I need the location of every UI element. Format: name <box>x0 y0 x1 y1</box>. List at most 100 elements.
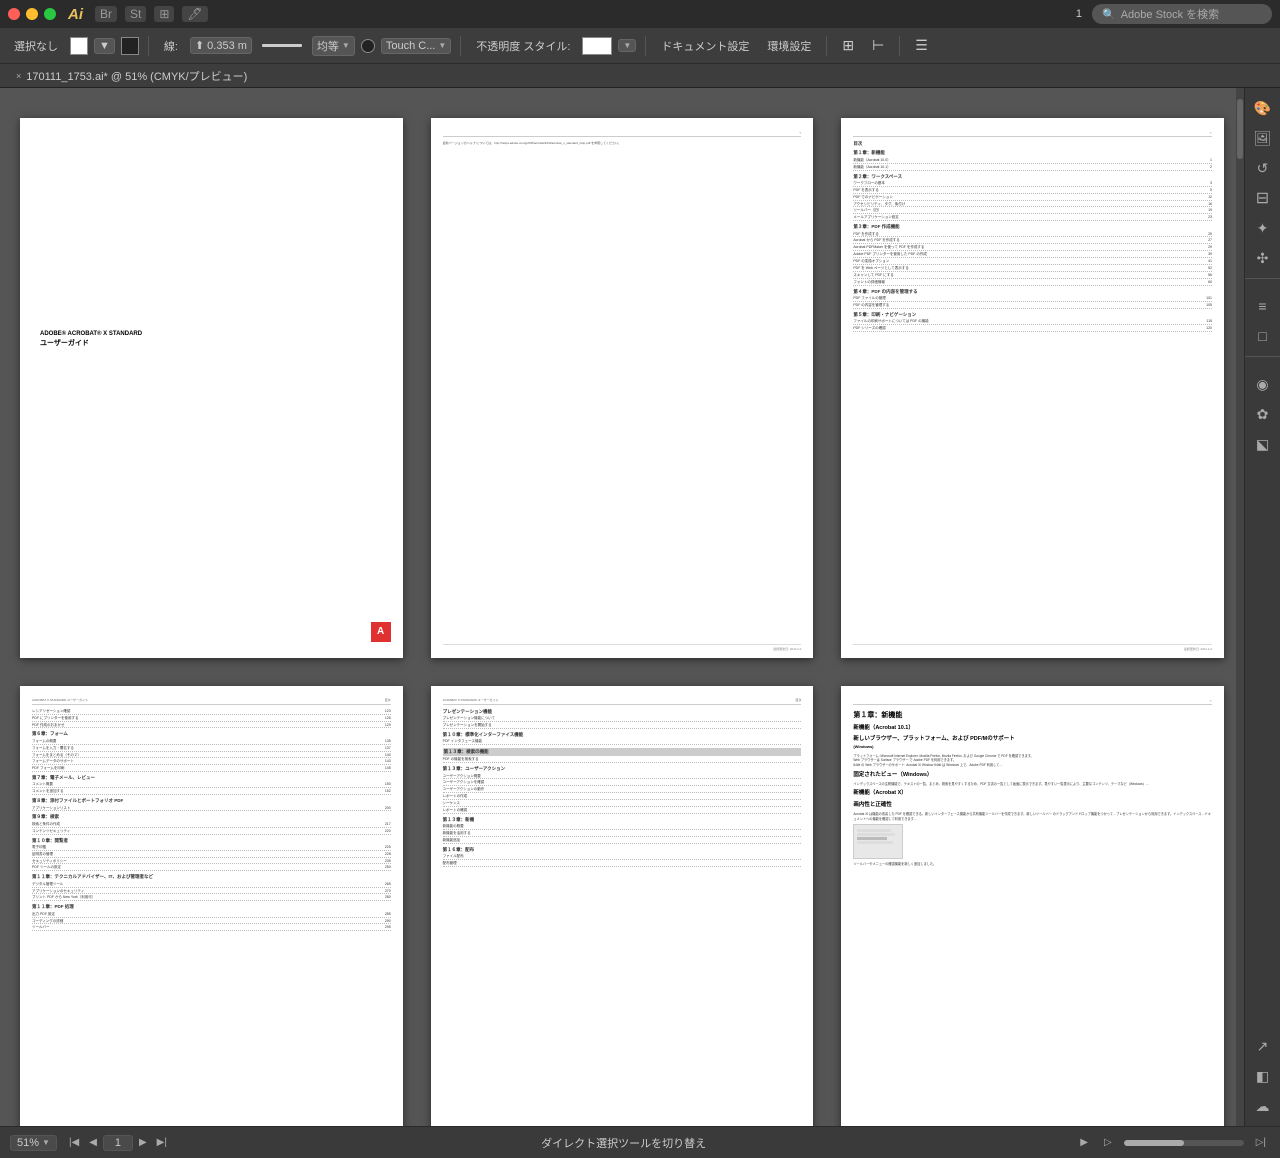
toc-entry: セキュリティポリシー235 <box>32 859 391 865</box>
page-thumb-4[interactable]: ACROBAT X STANDARD ユーザーガイド目次 レシアリゼーション確認… <box>20 686 403 1126</box>
arrange-icon[interactable]: ⊞ <box>836 35 860 56</box>
touch-dropdown[interactable]: Touch C... ▼ <box>381 38 451 54</box>
arrow-right-button[interactable]: ▷ <box>1100 1136 1116 1149</box>
fill-swatch[interactable] <box>70 37 88 55</box>
share-panel-icon[interactable]: ↗ <box>1249 1032 1277 1060</box>
prev-page-button[interactable]: ◀ <box>85 1136 101 1149</box>
circle-panel-icon[interactable]: ◉ <box>1249 370 1277 398</box>
fill-dropdown[interactable]: ▼ <box>94 38 115 54</box>
toc-entry: PDF フォームを印刷145 <box>32 766 391 772</box>
rect-panel-icon[interactable]: □ <box>1249 322 1277 350</box>
toc-entry: スキャンして PDF にする56 <box>853 273 1212 279</box>
layers-panel-icon[interactable]: ◧ <box>1249 1062 1277 1090</box>
style-swatch[interactable] <box>582 37 612 55</box>
grid-icon[interactable]: ⊞ <box>154 6 174 22</box>
page-thumb-2[interactable]: ┐ 最新バージョンのヘルプ については、http://helpx.adobe.c… <box>431 118 814 658</box>
color-panel-icon[interactable]: 🎨 <box>1249 94 1277 122</box>
canvas-area[interactable]: ADOBE® ACROBAT® X STANDARD ユーザーガイド A ┐ 最… <box>0 88 1244 1126</box>
toc-entry: Adobe PDF プリンターを使用した PDF の作成39 <box>853 252 1212 258</box>
toc-entry: レポートの確認 <box>443 808 802 814</box>
section3-body: インデックスベースの注釈機能で、テキストの一覧、まとめ、検索を見やすくするため、… <box>853 782 1212 787</box>
toc-entry: コンテンツセキュリティ220 <box>32 829 391 835</box>
symbol-panel-icon[interactable]: ✦ <box>1249 214 1277 242</box>
toolbar-sep-1 <box>148 36 149 56</box>
tab-filename: 170111_1753.ai* @ 51% (CMYK/プレビュー) <box>26 68 247 84</box>
line-style-dropdown[interactable]: 均等 ▼ <box>312 36 355 56</box>
align-panel-icon[interactable]: ⊟ <box>1249 184 1277 212</box>
toc-entry: PDF ファイルの管理101 <box>853 296 1212 302</box>
toc-entry: レポートの作成 <box>443 794 802 800</box>
stock-icon[interactable]: St <box>125 6 146 22</box>
page-thumb-3[interactable]: ┐ 目次 第１章：新機能 新機能（Acrobat 10.0）1 新機能（Acro… <box>841 118 1224 658</box>
tab-close-icon[interactable]: × <box>16 71 21 81</box>
menu-panel-icon[interactable]: ≡ <box>1249 292 1277 320</box>
toc-entry: 新機能の概要 <box>443 824 802 830</box>
toc-ch2-title: 第２章：ワークスペース <box>853 174 1212 180</box>
corner-mark: ┐ <box>799 130 801 134</box>
bridge-icon[interactable]: Br <box>95 6 117 22</box>
env-settings-button[interactable]: 環境設定 <box>761 36 817 56</box>
toc-p5-ch2: 第１０章：標準化インターファイス機能 <box>443 732 802 738</box>
page-thumb-5[interactable]: ACROBAT X STANDARD ユーザーガイド目次 プレゼンテーション機能… <box>431 686 814 1126</box>
next-page-button[interactable]: ▶ <box>135 1136 151 1149</box>
line-preview <box>262 44 302 47</box>
toc-entry: PDF シリーズの確認120 <box>853 326 1212 332</box>
toc-entry: プレゼンテーション機能について <box>443 716 802 722</box>
sidebar-divider-1 <box>1245 278 1280 286</box>
toc-entry: プレゼンテーションを開始する <box>443 723 802 729</box>
stroke-value[interactable]: ⬆ 0.353 m <box>190 37 252 54</box>
toc-p5-ch1: プレゼンテーション機能 <box>443 709 802 715</box>
last-page-button[interactable]: ▶| <box>153 1136 171 1149</box>
style-dropdown[interactable]: ▼ <box>618 39 636 52</box>
sidebar-divider-2 <box>1245 356 1280 364</box>
scroll-track[interactable] <box>1236 88 1244 1126</box>
close-button[interactable] <box>8 8 20 20</box>
document-tab[interactable]: × 170111_1753.ai* @ 51% (CMYK/プレビュー) <box>8 66 255 86</box>
corner-mark-3: ┐ <box>1210 130 1212 134</box>
export-panel-icon[interactable]: ⬕ <box>1249 430 1277 458</box>
fill-dropdown-icon: ▼ <box>99 40 110 52</box>
cloud-panel-icon[interactable]: ☁ <box>1249 1092 1277 1120</box>
doc-settings-button[interactable]: ドキュメント設定 <box>655 36 755 56</box>
end-button[interactable]: ▷| <box>1252 1136 1270 1149</box>
search-bar[interactable]: 🔍 Adobe Stock を検索 <box>1092 4 1272 24</box>
status-right: ▶ ▷ ▷| <box>1076 1136 1270 1149</box>
toc-entry: フォームを入力・署名する137 <box>32 746 391 752</box>
play-button[interactable]: ▶ <box>1076 1136 1092 1149</box>
scroll-thumb[interactable] <box>1237 99 1243 159</box>
page-header: ┐ <box>443 130 802 137</box>
traffic-lights <box>8 8 56 20</box>
intro-text: 最新バージョンのヘルプ については、http://helpx.adobe.com… <box>443 141 802 145</box>
image-panel-icon[interactable]: 🖼 <box>1249 124 1277 152</box>
pen-icon[interactable]: 🖊 <box>182 6 207 22</box>
page-thumb-6[interactable]: ┐ 第１章：新機能 新機能（Acrobat 10.1） 新しいブラウザー、プラッ… <box>841 686 1224 1126</box>
toc-entry: PDF にプリンターを使用する126 <box>32 716 391 722</box>
align-icon[interactable]: ⊢ <box>866 35 890 56</box>
stroke-swatch[interactable] <box>121 37 139 55</box>
page-number-field[interactable]: 1 <box>103 1135 133 1151</box>
cover-title-main: ADOBE® ACROBAT® X STANDARD <box>40 330 391 338</box>
minimize-button[interactable] <box>26 8 38 20</box>
transform-panel-icon[interactable]: ↺ <box>1249 154 1277 182</box>
settings-panel-icon[interactable]: ✿ <box>1249 400 1277 428</box>
section5-title: 画内性と正確性 <box>853 802 1212 810</box>
stroke-label: 線: <box>158 36 184 56</box>
toc-entry: フォームをまとめる（その２）140 <box>32 753 391 759</box>
toc-ch8-title: 第８章：添付ファイルとポートフォリオ PDF <box>32 798 391 804</box>
status-bar: 51% ▼ |◀ ◀ 1 ▶ ▶| ダイレクト選択ツールを切り替え ▶ ▷ ▷| <box>0 1126 1280 1158</box>
more-icon[interactable]: ☰ <box>909 35 934 56</box>
maximize-button[interactable] <box>44 8 56 20</box>
zoom-control[interactable]: 51% ▼ <box>10 1135 57 1151</box>
page-header-5: ACROBAT X STANDARD ユーザーガイド目次 <box>443 698 802 705</box>
toc-entry: アプリケーションリスト200 <box>32 806 391 812</box>
toc-entry: PDF ツールの設定250 <box>32 865 391 871</box>
star-panel-icon[interactable]: ✣ <box>1249 244 1277 272</box>
toc-entry: コメント概要150 <box>32 782 391 788</box>
first-page-button[interactable]: |◀ <box>65 1136 83 1149</box>
toc-entry: メールアプリケーション設定23 <box>853 215 1212 221</box>
toc-entry: フォントの詳細情報60 <box>853 280 1212 286</box>
chapter-title: 第１章：新機能 <box>853 711 1212 721</box>
page-thumb-1[interactable]: ADOBE® ACROBAT® X STANDARD ユーザーガイド A <box>20 118 403 658</box>
toc-heading: 目次 <box>853 141 1212 147</box>
toc-entry: Acrobat から PDF を作成する27 <box>853 238 1212 244</box>
